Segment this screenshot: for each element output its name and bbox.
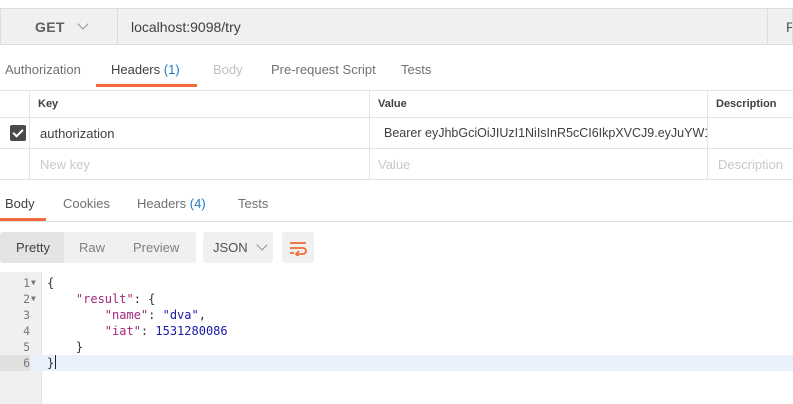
fold-toggle-icon[interactable]: ▼ <box>31 275 36 291</box>
wrap-lines-button[interactable] <box>282 232 314 263</box>
wrap-lines-icon <box>290 241 307 256</box>
response-tab-tests-label: Tests <box>238 196 269 211</box>
format-label: JSON <box>213 240 248 255</box>
method-label: GET <box>35 18 65 35</box>
code-text: "iat": 1531280086 <box>104 324 228 338</box>
response-tab-tests[interactable]: Tests <box>238 190 268 222</box>
tab-authorization[interactable]: Authorization <box>5 56 81 88</box>
response-toolbar: Pretty Raw Preview JSON <box>0 232 793 264</box>
url-bar: GET localhost:9098/try P <box>0 8 793 45</box>
method-dropdown[interactable]: GET <box>0 8 117 45</box>
chevron-down-icon <box>256 239 268 251</box>
tab-tests-label: Tests <box>401 62 432 77</box>
code-token: "name" <box>104 308 149 322</box>
code-token: "dva" <box>162 308 199 322</box>
new-header-row: New key Value Description <box>0 149 793 180</box>
line-number: 4 <box>23 324 30 338</box>
headers-table-header: Key Value Description <box>0 90 793 118</box>
line-number: 3 <box>23 308 30 322</box>
code-token: } <box>75 340 84 354</box>
tab-authorization-label: Authorization <box>5 62 81 77</box>
header-checkbox-col <box>0 91 30 117</box>
row-enabled-checkbox[interactable] <box>10 125 26 141</box>
url-input[interactable]: localhost:9098/try <box>117 8 793 45</box>
response-tab-body-label: Body <box>5 196 35 211</box>
header-value-input[interactable]: Bearer eyJhbGciOiJIUzI1NiIsInR5cCI6IkpXV… <box>370 118 708 148</box>
code-line: 1 ▼ { <box>0 275 793 291</box>
line-number: 5 <box>23 340 30 354</box>
line-number: 1 <box>23 276 30 290</box>
pretty-button[interactable]: Pretty <box>0 232 64 263</box>
raw-button[interactable]: Raw <box>79 232 105 263</box>
text-cursor <box>55 355 57 369</box>
response-tab-headers-label: Headers <box>137 196 187 211</box>
column-header-value: Value <box>370 91 708 117</box>
new-row-checkbox-cell <box>0 149 30 179</box>
view-mode-toggle: Pretty Raw Preview <box>0 232 196 263</box>
url-text: localhost:9098/try <box>131 18 241 35</box>
code-token: "iat" <box>104 324 141 338</box>
header-description-input[interactable] <box>708 118 793 148</box>
format-dropdown[interactable]: JSON <box>203 232 273 263</box>
request-tabs: Authorization Headers (1) Body Pre-reque… <box>0 56 793 88</box>
column-header-key: Key <box>30 91 370 117</box>
fold-toggle-icon[interactable]: ▼ <box>31 291 36 307</box>
header-key-input[interactable]: authorization <box>30 118 370 148</box>
params-label: P <box>786 19 792 35</box>
response-active-tab-indicator <box>0 218 46 221</box>
code-line: 3 "name": "dva", <box>0 307 793 323</box>
line-number: 2 <box>23 292 30 306</box>
code-text: "result": { <box>75 292 156 306</box>
code-text: { <box>47 275 54 291</box>
code-line: 2 ▼ "result": { <box>0 291 793 307</box>
response-tab-headers[interactable]: Headers (4) <box>137 190 206 222</box>
response-tabs: Body Cookies Headers (4) Tests <box>0 188 793 222</box>
tab-pre-request-label: Pre-request Script <box>271 62 376 77</box>
new-value-input[interactable]: Value <box>370 149 708 179</box>
code-line: 5 } <box>0 339 793 355</box>
code-token: } <box>47 356 55 370</box>
line-number: 6 <box>0 355 30 371</box>
tab-body-label: Body <box>213 62 243 77</box>
new-description-input[interactable]: Description <box>708 149 793 179</box>
table-row: authorization Bearer eyJhbGciOiJIUzI1NiI… <box>0 118 793 149</box>
new-key-input[interactable]: New key <box>30 149 370 179</box>
column-header-description: Description <box>716 98 777 110</box>
code-text: "name": "dva", <box>104 308 206 322</box>
code-token: "result" <box>75 292 134 306</box>
code-token: 1531280086 <box>155 324 228 338</box>
params-button[interactable]: P <box>767 8 793 45</box>
active-tab-indicator <box>96 84 197 87</box>
response-tab-cookies[interactable]: Cookies <box>63 190 110 222</box>
response-tab-headers-count: (4) <box>189 196 206 211</box>
row-checkbox-cell <box>0 118 30 148</box>
tab-body[interactable]: Body <box>213 56 243 88</box>
preview-button[interactable]: Preview <box>133 232 179 263</box>
chevron-down-icon <box>77 18 89 30</box>
tab-headers-label: Headers <box>111 62 161 77</box>
tab-headers-count: (1) <box>163 62 180 77</box>
tab-tests[interactable]: Tests <box>401 56 431 88</box>
response-body-editor[interactable]: 1 ▼ { 2 ▼ "result": { 3 "name": "dva", 4… <box>0 272 793 404</box>
code-line: 4 "iat": 1531280086 <box>0 323 793 339</box>
response-tab-cookies-label: Cookies <box>63 196 110 211</box>
code-token: { <box>47 276 55 290</box>
code-text: } <box>47 355 57 371</box>
code-text: } <box>47 339 83 355</box>
tab-pre-request-script[interactable]: Pre-request Script <box>271 56 376 88</box>
code-line-current: 6 } <box>0 355 793 371</box>
